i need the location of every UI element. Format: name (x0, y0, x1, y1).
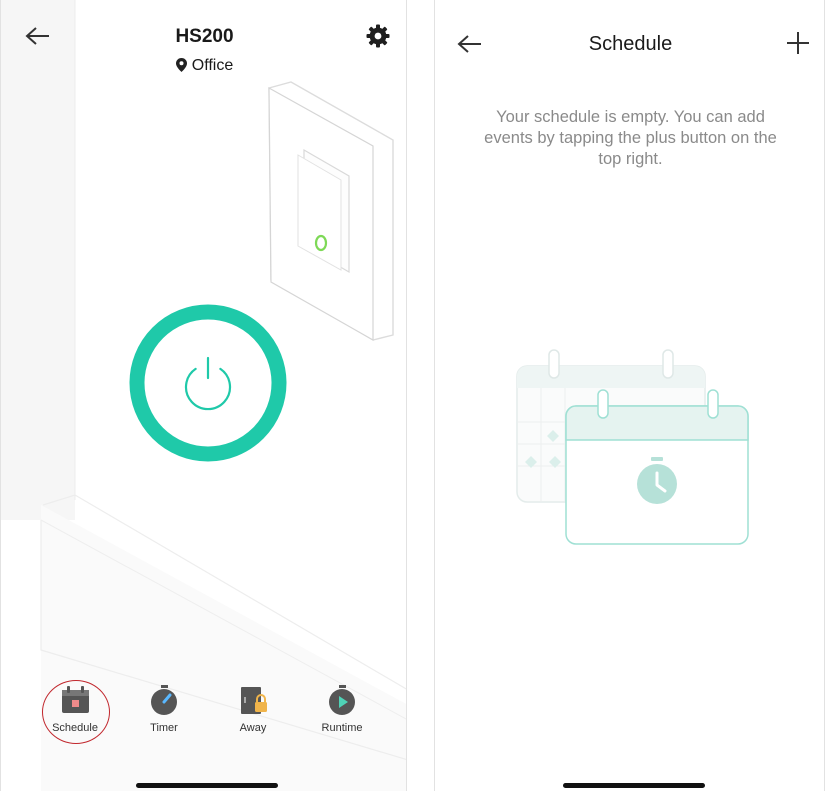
home-indicator (136, 783, 278, 788)
screen-gutter (407, 0, 434, 791)
tab-schedule[interactable]: Schedule (35, 676, 115, 746)
away-lock-icon (241, 687, 267, 714)
tab-timer-label: Timer (150, 722, 178, 734)
page-title: Schedule (588, 33, 673, 55)
stopwatch-icon (151, 685, 177, 715)
power-toggle-button[interactable] (127, 302, 289, 464)
calendar-icon (62, 686, 89, 713)
power-icon (129, 304, 287, 462)
device-location: Office (1, 57, 406, 77)
empty-schedule-message: Your schedule is empty. You can add even… (484, 108, 777, 168)
home-indicator (563, 783, 705, 788)
tab-runtime-label: Runtime (321, 722, 363, 734)
settings-button[interactable] (366, 24, 390, 53)
feature-tab-bar: Schedule Timer Away Runtime (1, 676, 406, 746)
tab-schedule-label: Schedule (52, 722, 98, 734)
location-pin-icon (175, 58, 187, 77)
add-event-button[interactable] (785, 30, 811, 61)
tab-away-label: Away (239, 722, 267, 734)
schedule-screen: Schedule Your schedule is empty. You can… (434, 0, 825, 791)
device-screen: HS200 Office Schedule Timer Away Runtime (0, 0, 407, 791)
plus-icon (787, 32, 809, 54)
runtime-play-icon (329, 685, 355, 715)
location-label: Office (191, 57, 234, 74)
tab-timer[interactable]: Timer (124, 676, 204, 746)
tab-runtime[interactable]: Runtime (302, 676, 382, 746)
tab-away[interactable]: Away (213, 676, 293, 746)
gear-icon (366, 24, 390, 48)
calendar-empty-illustration (516, 349, 749, 545)
device-title: HS200 (175, 26, 234, 47)
